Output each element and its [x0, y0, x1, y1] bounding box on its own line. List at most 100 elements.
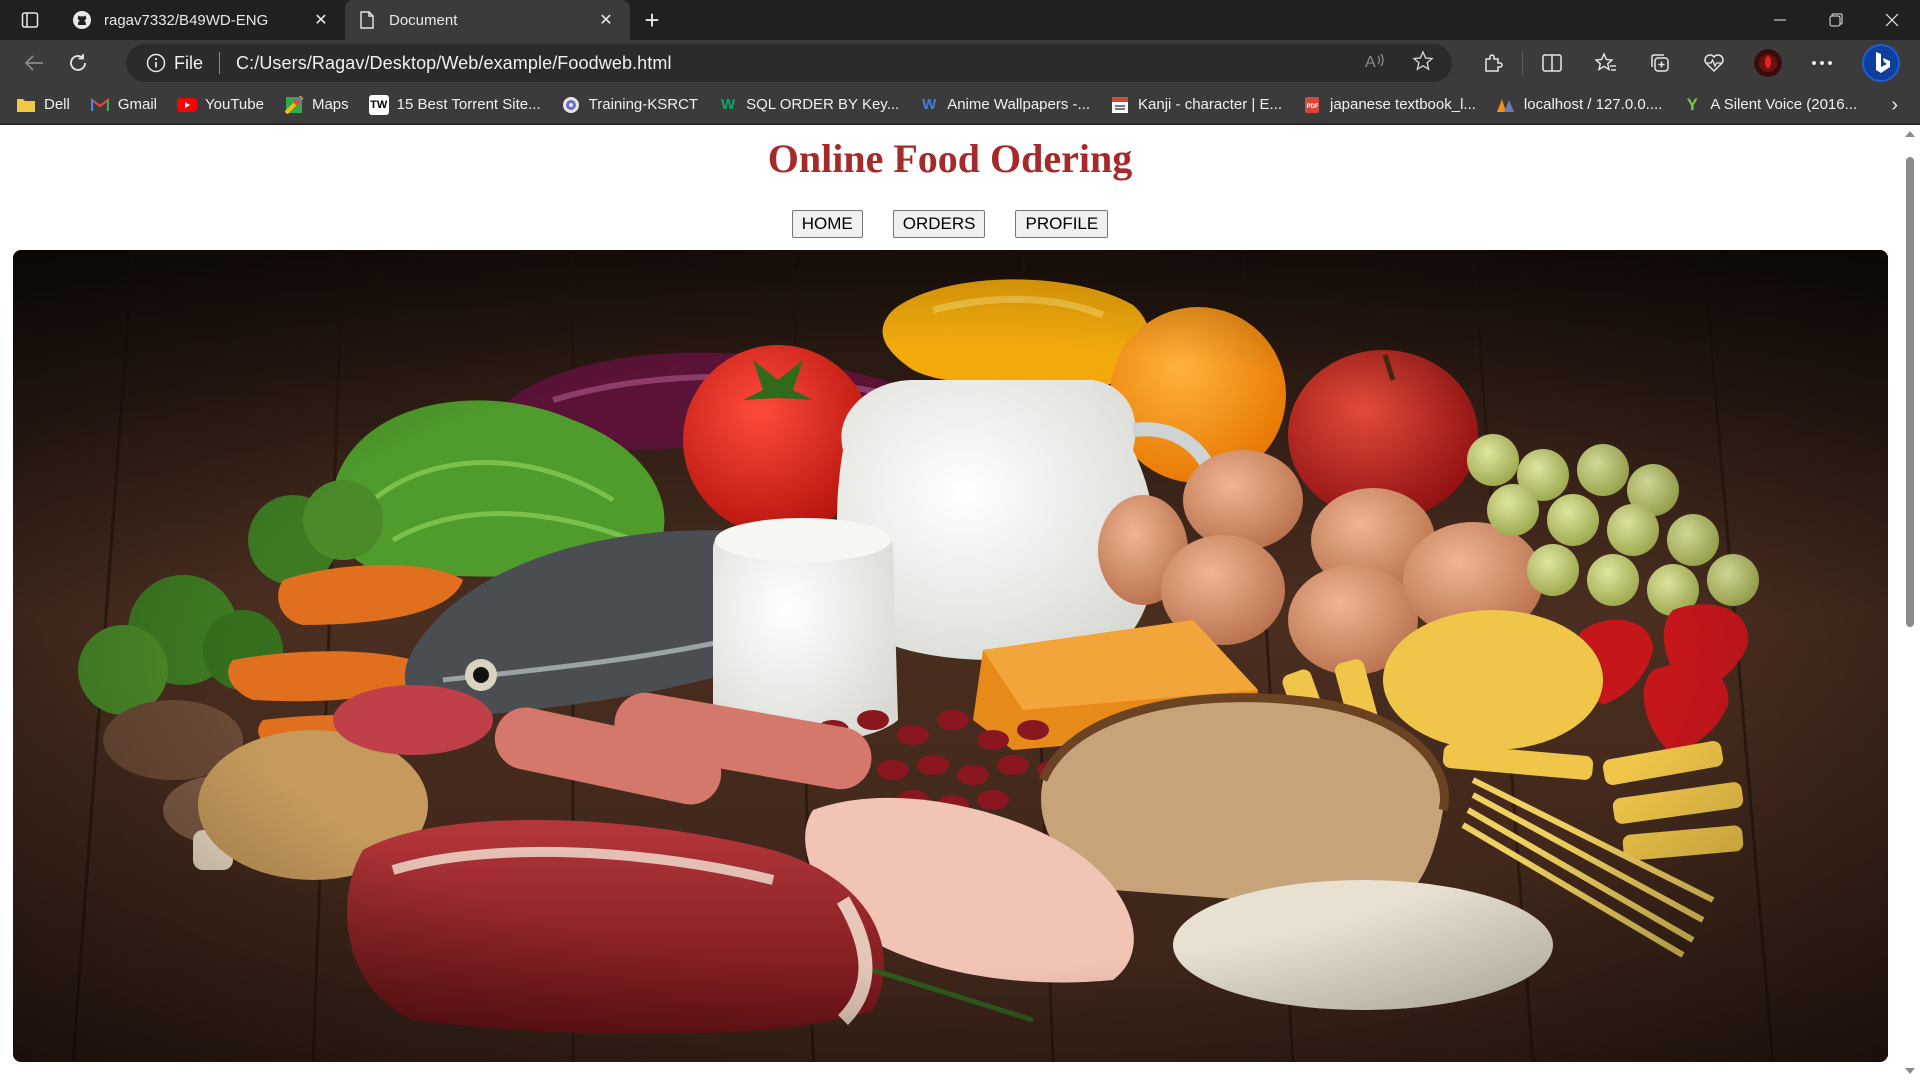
bookmark-label: japanese textbook_l...	[1329, 96, 1476, 113]
bookmark-label: Training-KSRCT	[588, 96, 699, 113]
minimize-button[interactable]	[1752, 0, 1808, 40]
collections-button[interactable]	[1633, 40, 1687, 86]
bookmark-localhost[interactable]: localhost / 127.0.0....	[1496, 95, 1662, 115]
extensions-icon	[1485, 54, 1503, 72]
orders-button[interactable]: ORDERS	[892, 210, 986, 238]
browser-essentials-button[interactable]	[1687, 40, 1741, 86]
profile-avatar-icon	[1754, 49, 1782, 77]
chevron-right-icon[interactable]: ›	[1891, 94, 1898, 117]
browser-toolbar: File C:/Users/Ragav/Desktop/Web/example/…	[0, 40, 1920, 86]
bookmark-youtube[interactable]: YouTube	[177, 95, 264, 115]
url-text[interactable]: C:/Users/Ragav/Desktop/Web/example/Foodw…	[236, 53, 672, 74]
refresh-button[interactable]	[56, 45, 100, 81]
svg-text:A: A	[1365, 54, 1376, 71]
star-icon	[1412, 49, 1434, 71]
back-button[interactable]	[12, 45, 56, 81]
gmail-icon	[90, 95, 110, 115]
bookmark-anime-wallpapers[interactable]: W Anime Wallpapers -...	[919, 95, 1090, 115]
bookmark-label: YouTube	[205, 96, 264, 113]
profile-button-nav[interactable]: PROFILE	[1015, 210, 1109, 238]
tab-title: ragav7332/B49WD-ENG	[104, 11, 269, 29]
phpmyadmin-icon	[1496, 95, 1516, 115]
browser-titlebar: ragav7332/B49WD-ENG ✕ Document ✕ +	[0, 0, 1920, 40]
bookmark-japanese-textbook[interactable]: PDF japanese textbook_l...	[1302, 95, 1476, 115]
bookmark-label: Dell	[44, 96, 70, 113]
main-nav: HOME ORDERS PROFILE	[0, 210, 1900, 238]
collections-icon	[1651, 54, 1669, 72]
ksrct-icon	[561, 95, 581, 115]
bookmark-label: Gmail	[117, 96, 158, 113]
favorite-star-button[interactable]	[1412, 49, 1434, 77]
tab-actions-button[interactable]	[0, 0, 60, 40]
bookmark-label: Kanji - character | E...	[1138, 96, 1282, 113]
home-button[interactable]: HOME	[791, 210, 863, 238]
tab-close-icon[interactable]: ✕	[594, 8, 618, 32]
folder-icon	[16, 95, 36, 115]
tab-actions-icon	[21, 12, 39, 28]
scroll-down-icon[interactable]	[1905, 1068, 1915, 1074]
close-icon	[1885, 13, 1899, 27]
bookmark-label: localhost / 127.0.0....	[1523, 96, 1663, 113]
svg-text:PDF: PDF	[1306, 104, 1318, 110]
w3-icon: W	[721, 96, 736, 113]
bookmark-label: SQL ORDER BY Key...	[746, 96, 900, 113]
vignette-overlay	[13, 250, 1888, 1062]
tab-github[interactable]: ragav7332/B49WD-ENG ✕	[60, 0, 345, 40]
bookmark-sql-order-by[interactable]: W SQL ORDER BY Key...	[718, 95, 899, 115]
info-icon	[146, 53, 166, 73]
minimize-icon	[1774, 19, 1786, 21]
bing-icon	[1862, 44, 1900, 82]
page-viewport: Online Food Odering HOME ORDERS PROFILE	[0, 125, 1920, 1080]
split-screen-icon	[1542, 54, 1562, 72]
tab-title: Document	[389, 11, 458, 29]
restore-button[interactable]	[1808, 0, 1864, 40]
refresh-icon	[70, 54, 86, 71]
bookmark-torrent[interactable]: TW 15 Best Torrent Site...	[368, 94, 541, 115]
bookmark-a-silent-voice[interactable]: Y A Silent Voice (2016...	[1682, 95, 1857, 115]
bookmark-kanji[interactable]: Kanji - character | E...	[1110, 95, 1282, 115]
scrollbar-thumb[interactable]	[1906, 157, 1914, 627]
tab-close-icon[interactable]: ✕	[309, 8, 333, 32]
scroll-up-icon[interactable]	[1905, 131, 1915, 137]
maps-icon	[284, 95, 304, 115]
read-aloud-button[interactable]: A	[1364, 51, 1386, 76]
address-separator	[219, 52, 221, 74]
bookmark-label: 15 Best Torrent Site...	[396, 96, 541, 113]
tab-document[interactable]: Document ✕	[345, 0, 630, 40]
profile-button[interactable]	[1741, 40, 1795, 86]
bookmark-gmail[interactable]: Gmail	[90, 95, 157, 115]
new-tab-button[interactable]: +	[630, 0, 674, 40]
read-aloud-icon: A	[1365, 53, 1384, 71]
site-info-button[interactable]: File	[146, 53, 203, 74]
restore-icon	[1829, 13, 1843, 27]
bookmarks-bar: Dell Gmail YouTube Maps TW 15 Best Torre…	[0, 86, 1920, 124]
more-dots-icon	[1812, 61, 1832, 65]
w-icon: W	[922, 96, 937, 113]
y-icon: Y	[1686, 94, 1699, 114]
github-icon	[72, 10, 92, 30]
page-title: Online Food Odering	[767, 136, 1133, 181]
bookmark-label: A Silent Voice (2016...	[1710, 96, 1858, 113]
address-bar[interactable]: File C:/Users/Ragav/Desktop/Web/example/…	[126, 44, 1452, 82]
settings-more-button[interactable]	[1795, 40, 1849, 86]
bookmark-maps[interactable]: Maps	[284, 95, 349, 115]
close-window-button[interactable]	[1864, 0, 1920, 40]
favorites-button[interactable]	[1579, 40, 1633, 86]
pdf-icon: PDF	[1302, 95, 1322, 115]
bookmark-training-ksrct[interactable]: Training-KSRCT	[561, 95, 698, 115]
scheme-label: File	[174, 52, 204, 73]
bing-chat-button[interactable]	[1849, 40, 1913, 86]
toolbar-divider	[1522, 51, 1523, 75]
extensions-button[interactable]	[1466, 40, 1520, 86]
heart-pulse-icon	[1704, 54, 1724, 73]
bookmark-label: Anime Wallpapers -...	[947, 96, 1091, 113]
split-screen-button[interactable]	[1525, 40, 1579, 86]
document-icon	[357, 10, 377, 30]
youtube-icon	[177, 95, 198, 115]
vertical-scrollbar[interactable]	[1900, 125, 1920, 1080]
kanji-icon	[1110, 95, 1130, 115]
tw-icon: TW	[368, 94, 389, 115]
bookmark-dell[interactable]: Dell	[16, 95, 70, 115]
bookmark-label: Maps	[311, 96, 349, 113]
favorites-icon	[1594, 52, 1616, 71]
